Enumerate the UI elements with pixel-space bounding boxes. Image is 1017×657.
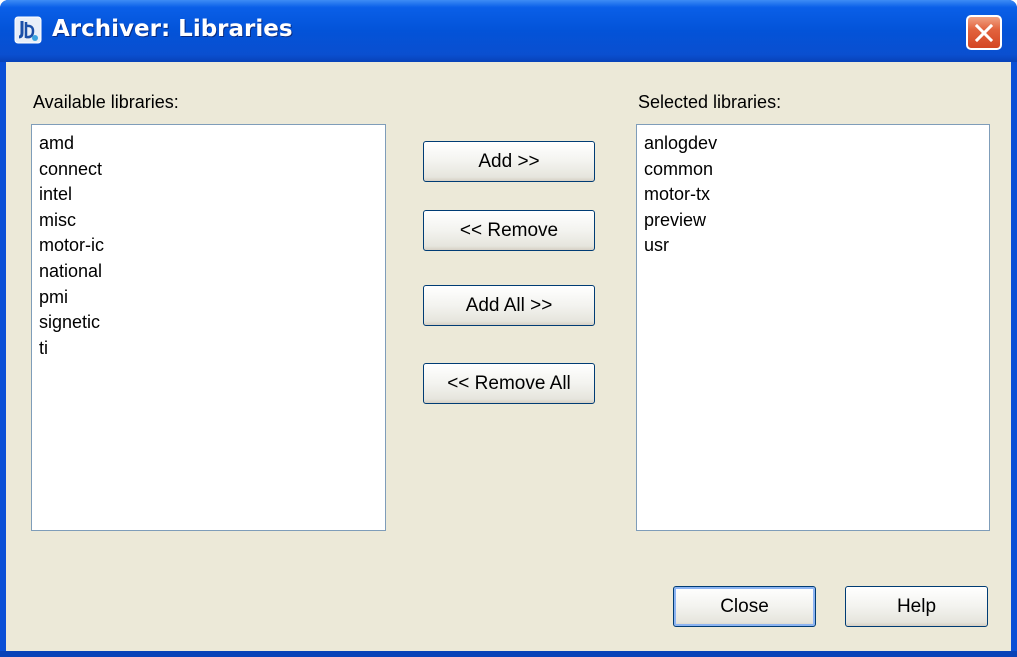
help-button[interactable]: Help bbox=[845, 586, 988, 627]
list-item[interactable]: motor-tx bbox=[643, 182, 989, 208]
window-title: Archiver: Libraries bbox=[52, 16, 293, 42]
list-item[interactable]: ti bbox=[38, 336, 385, 362]
list-item[interactable]: national bbox=[38, 259, 385, 285]
list-item[interactable]: connect bbox=[38, 157, 385, 183]
close-window-button[interactable] bbox=[966, 15, 1002, 50]
remove-all-button[interactable]: << Remove All bbox=[423, 363, 595, 404]
close-x-icon bbox=[975, 24, 993, 42]
selected-libraries-label: Selected libraries: bbox=[638, 92, 782, 112]
dialog-body: Available libraries: amd connect intel misc… bbox=[6, 62, 1011, 651]
list-item[interactable]: signetic bbox=[38, 310, 385, 336]
archiver-dialog: Archiver: Libraries Available libraries:… bbox=[0, 0, 1017, 657]
title-bar[interactable]: Archiver: Libraries bbox=[0, 0, 1017, 62]
add-button[interactable]: Add >> bbox=[423, 141, 595, 182]
list-item[interactable]: usr bbox=[643, 233, 989, 259]
available-libraries-label: Available libraries: bbox=[33, 92, 179, 112]
list-item[interactable]: misc bbox=[38, 208, 385, 234]
archiver-app-icon bbox=[14, 16, 42, 44]
list-item[interactable]: pmi bbox=[38, 285, 385, 311]
close-button[interactable]: Close bbox=[673, 586, 816, 627]
list-item[interactable]: motor-ic bbox=[38, 233, 385, 259]
remove-button[interactable]: << Remove bbox=[423, 210, 595, 251]
list-item[interactable]: intel bbox=[38, 182, 385, 208]
list-item[interactable]: common bbox=[643, 157, 989, 183]
list-item[interactable]: amd bbox=[38, 131, 385, 157]
list-item[interactable]: preview bbox=[643, 208, 989, 234]
selected-libraries-list[interactable]: anlogdev common motor-tx preview usr bbox=[636, 124, 990, 531]
list-item[interactable]: anlogdev bbox=[643, 131, 989, 157]
available-libraries-list[interactable]: amd connect intel misc motor-ic national pmi si… bbox=[31, 124, 386, 531]
add-all-button[interactable]: Add All >> bbox=[423, 285, 595, 326]
window-frame-bottom bbox=[0, 651, 1017, 657]
